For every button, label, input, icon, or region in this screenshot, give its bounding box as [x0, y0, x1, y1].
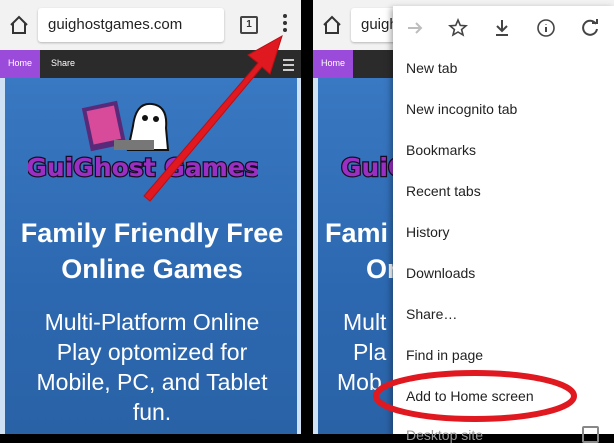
left-browser-screenshot: guighostgames.com 1 Home Share GuiGhost … [0, 0, 301, 434]
info-icon[interactable] [536, 18, 556, 38]
subtext-line-4: fun. [132, 399, 172, 425]
menu-item-new-tab[interactable]: New tab [406, 60, 457, 76]
hamburger-icon[interactable] [283, 59, 294, 74]
forward-arrow-icon[interactable] [405, 18, 425, 38]
headline-line-2: Online Games [61, 254, 243, 284]
menu-action-bar [393, 6, 614, 48]
subtext-line-1: Multi-Platform Online [44, 309, 260, 335]
browser-overflow-menu: New tab New incognito tab Bookmarks Rece… [393, 6, 614, 443]
menu-item-bookmarks[interactable]: Bookmarks [406, 142, 476, 158]
menu-item-new-incognito-tab[interactable]: New incognito tab [406, 101, 517, 117]
download-icon[interactable] [492, 18, 512, 38]
nav-home-link[interactable]: Home [0, 50, 40, 78]
nav-share-link[interactable]: Share [51, 50, 75, 76]
site-content: GuiGhost Games Family Friendly Free Onli… [0, 78, 301, 434]
nav-home-link[interactable]: Home [313, 50, 353, 78]
home-icon[interactable] [8, 14, 30, 36]
url-bar[interactable]: guighostgames.com [38, 8, 224, 42]
refresh-icon[interactable] [580, 18, 600, 38]
menu-item-recent-tabs[interactable]: Recent tabs [406, 183, 481, 199]
site-logo: GuiGhost Games [28, 100, 258, 183]
menu-item-desktop-site[interactable]: Desktop site [406, 427, 483, 443]
menu-item-downloads[interactable]: Downloads [406, 265, 475, 281]
desktop-site-checkbox[interactable] [582, 426, 599, 443]
tab-switcher-button[interactable]: 1 [240, 16, 258, 34]
logo-text: GuiGhost Games [28, 153, 258, 182]
star-icon[interactable] [448, 18, 468, 38]
subtext-line-2: Play optomized for [56, 339, 248, 365]
subtext-line-3: Mobile, PC, and Tablet [36, 369, 268, 395]
url-text: guighostgames.com [48, 16, 183, 33]
menu-item-add-to-home-screen[interactable]: Add to Home screen [406, 388, 534, 404]
site-navigation: Home Share [0, 50, 301, 78]
menu-item-history[interactable]: History [406, 224, 450, 240]
home-icon[interactable] [321, 14, 343, 36]
browser-toolbar: guighostgames.com 1 [0, 0, 301, 50]
menu-item-share[interactable]: Share… [406, 306, 457, 322]
menu-kebab-icon[interactable] [282, 14, 288, 34]
headline-line-1: Family Friendly Free [20, 218, 284, 248]
menu-item-find-in-page[interactable]: Find in page [406, 347, 483, 363]
